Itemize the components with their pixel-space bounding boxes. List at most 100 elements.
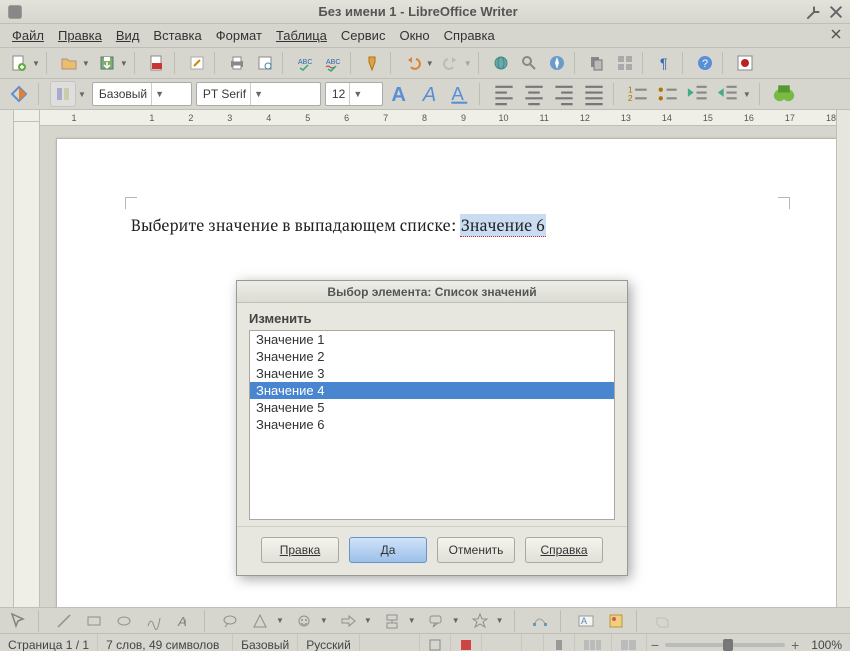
ok-button[interactable]: Да bbox=[349, 537, 427, 563]
autospellcheck-icon[interactable]: ABC bbox=[320, 50, 346, 76]
navigation-diamond-icon[interactable] bbox=[6, 81, 32, 107]
chevron-down-icon[interactable]: ▼ bbox=[349, 83, 365, 105]
export-pdf-icon[interactable] bbox=[144, 50, 170, 76]
edit-mode-icon[interactable] bbox=[184, 50, 210, 76]
navigator-icon[interactable] bbox=[544, 50, 570, 76]
window-maximize-icon[interactable] bbox=[806, 4, 822, 20]
list-item[interactable]: Значение 6 bbox=[250, 416, 614, 433]
rect-tool-icon[interactable] bbox=[82, 610, 106, 632]
dropdown-caret-icon[interactable]: ▼ bbox=[426, 59, 434, 68]
page-content[interactable]: Выберите значение в выпадающем списке: З… bbox=[131, 214, 785, 236]
open-icon[interactable] bbox=[56, 50, 82, 76]
dropdown-caret-icon[interactable]: ▼ bbox=[364, 616, 372, 625]
vertical-ruler[interactable] bbox=[14, 110, 40, 607]
appmenu-icon[interactable] bbox=[6, 3, 24, 21]
menu-file[interactable]: Файл bbox=[6, 26, 50, 45]
menu-table[interactable]: Таблица bbox=[270, 26, 333, 45]
callout-shapes-icon[interactable] bbox=[424, 610, 448, 632]
font-name-combo[interactable]: PT Serif ▼ bbox=[196, 82, 321, 106]
stars-icon[interactable] bbox=[468, 610, 492, 632]
extrusion-icon[interactable] bbox=[650, 610, 674, 632]
menu-window[interactable]: Окно bbox=[393, 26, 435, 45]
menu-insert[interactable]: Вставка bbox=[147, 26, 207, 45]
dropdown-caret-icon[interactable]: ▼ bbox=[496, 616, 504, 625]
align-right-icon[interactable] bbox=[551, 81, 577, 107]
window-close-icon[interactable] bbox=[828, 4, 844, 20]
edit-button[interactable]: Правка bbox=[261, 537, 339, 563]
menu-tools[interactable]: Сервис bbox=[335, 26, 392, 45]
ellipse-tool-icon[interactable] bbox=[112, 610, 136, 632]
points-edit-icon[interactable] bbox=[528, 610, 552, 632]
list-item[interactable]: Значение 3 bbox=[250, 365, 614, 382]
dropdown-form-field[interactable]: Значение 6 bbox=[460, 214, 546, 237]
underline-icon[interactable]: A bbox=[447, 81, 473, 107]
chevron-down-icon[interactable]: ▼ bbox=[250, 83, 266, 105]
dropdown-caret-icon[interactable]: ▼ bbox=[78, 90, 86, 99]
view-layout-multi-icon[interactable] bbox=[575, 634, 612, 651]
block-arrows-icon[interactable] bbox=[336, 610, 360, 632]
dropdown-caret-icon[interactable]: ▼ bbox=[82, 59, 90, 68]
doc-close-icon[interactable] bbox=[828, 28, 844, 43]
callout-tool-icon[interactable] bbox=[218, 610, 242, 632]
vertical-scrollbar[interactable] bbox=[836, 110, 850, 607]
dropdown-caret-icon[interactable]: ▼ bbox=[464, 59, 472, 68]
basic-shapes-icon[interactable] bbox=[248, 610, 272, 632]
paragraph-style-combo[interactable]: Базовый ▼ bbox=[92, 82, 192, 106]
status-selection-mode[interactable] bbox=[420, 634, 451, 651]
dropdown-caret-icon[interactable]: ▼ bbox=[276, 616, 284, 625]
styles-sidebar-icon[interactable] bbox=[50, 81, 76, 107]
view-layout-book-icon[interactable] bbox=[612, 634, 647, 651]
status-insert-mode[interactable] bbox=[360, 634, 420, 651]
line-tool-icon[interactable] bbox=[52, 610, 76, 632]
flowchart-icon[interactable] bbox=[380, 610, 404, 632]
font-size-combo[interactable]: 12 ▼ bbox=[325, 82, 383, 106]
bullet-list-icon[interactable] bbox=[655, 81, 681, 107]
freeform-tool-icon[interactable] bbox=[142, 610, 166, 632]
dropdown-caret-icon[interactable]: ▼ bbox=[408, 616, 416, 625]
values-listbox[interactable]: Значение 1 Значение 2 Значение 3 Значени… bbox=[249, 330, 615, 520]
list-item[interactable]: Значение 4 bbox=[250, 382, 614, 399]
dropdown-caret-icon[interactable]: ▼ bbox=[743, 90, 751, 99]
dropdown-caret-icon[interactable]: ▼ bbox=[320, 616, 328, 625]
new-doc-icon[interactable] bbox=[6, 50, 32, 76]
status-page[interactable]: Страница 1 / 1 bbox=[0, 634, 98, 651]
dropdown-caret-icon[interactable]: ▼ bbox=[120, 59, 128, 68]
chevron-down-icon[interactable]: ▼ bbox=[151, 83, 167, 105]
help-button[interactable]: Справка bbox=[525, 537, 603, 563]
status-page-style[interactable]: Базовый bbox=[233, 634, 298, 651]
dropdown-caret-icon[interactable]: ▼ bbox=[452, 616, 460, 625]
print-icon[interactable] bbox=[224, 50, 250, 76]
menu-view[interactable]: Вид bbox=[110, 26, 146, 45]
zoom-slider[interactable]: − + bbox=[647, 634, 803, 651]
copy-icon[interactable] bbox=[584, 50, 610, 76]
record-macro-icon[interactable] bbox=[732, 50, 758, 76]
undo-icon[interactable] bbox=[400, 50, 426, 76]
align-justify-icon[interactable] bbox=[581, 81, 607, 107]
status-signature[interactable] bbox=[482, 634, 522, 651]
gallery-icon[interactable] bbox=[612, 50, 638, 76]
bold-icon[interactable]: A bbox=[387, 81, 413, 107]
list-item[interactable]: Значение 1 bbox=[250, 331, 614, 348]
hyperlink-icon[interactable] bbox=[488, 50, 514, 76]
numbered-list-icon[interactable]: 12 bbox=[625, 81, 651, 107]
print-preview-icon[interactable] bbox=[252, 50, 278, 76]
increase-indent-icon[interactable] bbox=[715, 81, 741, 107]
binoculars-icon[interactable] bbox=[771, 81, 797, 107]
decrease-indent-icon[interactable] bbox=[685, 81, 711, 107]
list-item[interactable]: Значение 5 bbox=[250, 399, 614, 416]
status-word-count[interactable]: 7 слов, 49 символов bbox=[98, 634, 233, 651]
symbol-shapes-icon[interactable] bbox=[292, 610, 316, 632]
align-left-icon[interactable] bbox=[491, 81, 517, 107]
list-item[interactable]: Значение 2 bbox=[250, 348, 614, 365]
find-replace-icon[interactable] bbox=[516, 50, 542, 76]
view-layout-single-icon[interactable] bbox=[544, 634, 575, 651]
status-doc-modified-icon[interactable] bbox=[451, 634, 482, 651]
select-tool-icon[interactable] bbox=[6, 610, 30, 632]
dropdown-caret-icon[interactable]: ▼ bbox=[32, 59, 40, 68]
italic-icon[interactable]: A bbox=[417, 81, 443, 107]
menu-edit[interactable]: Правка bbox=[52, 26, 108, 45]
nonprinting-icon[interactable]: ¶ bbox=[652, 50, 678, 76]
format-paintbrush-icon[interactable] bbox=[360, 50, 386, 76]
fontwork-icon[interactable]: A bbox=[574, 610, 598, 632]
spellcheck-icon[interactable]: ABC bbox=[292, 50, 318, 76]
